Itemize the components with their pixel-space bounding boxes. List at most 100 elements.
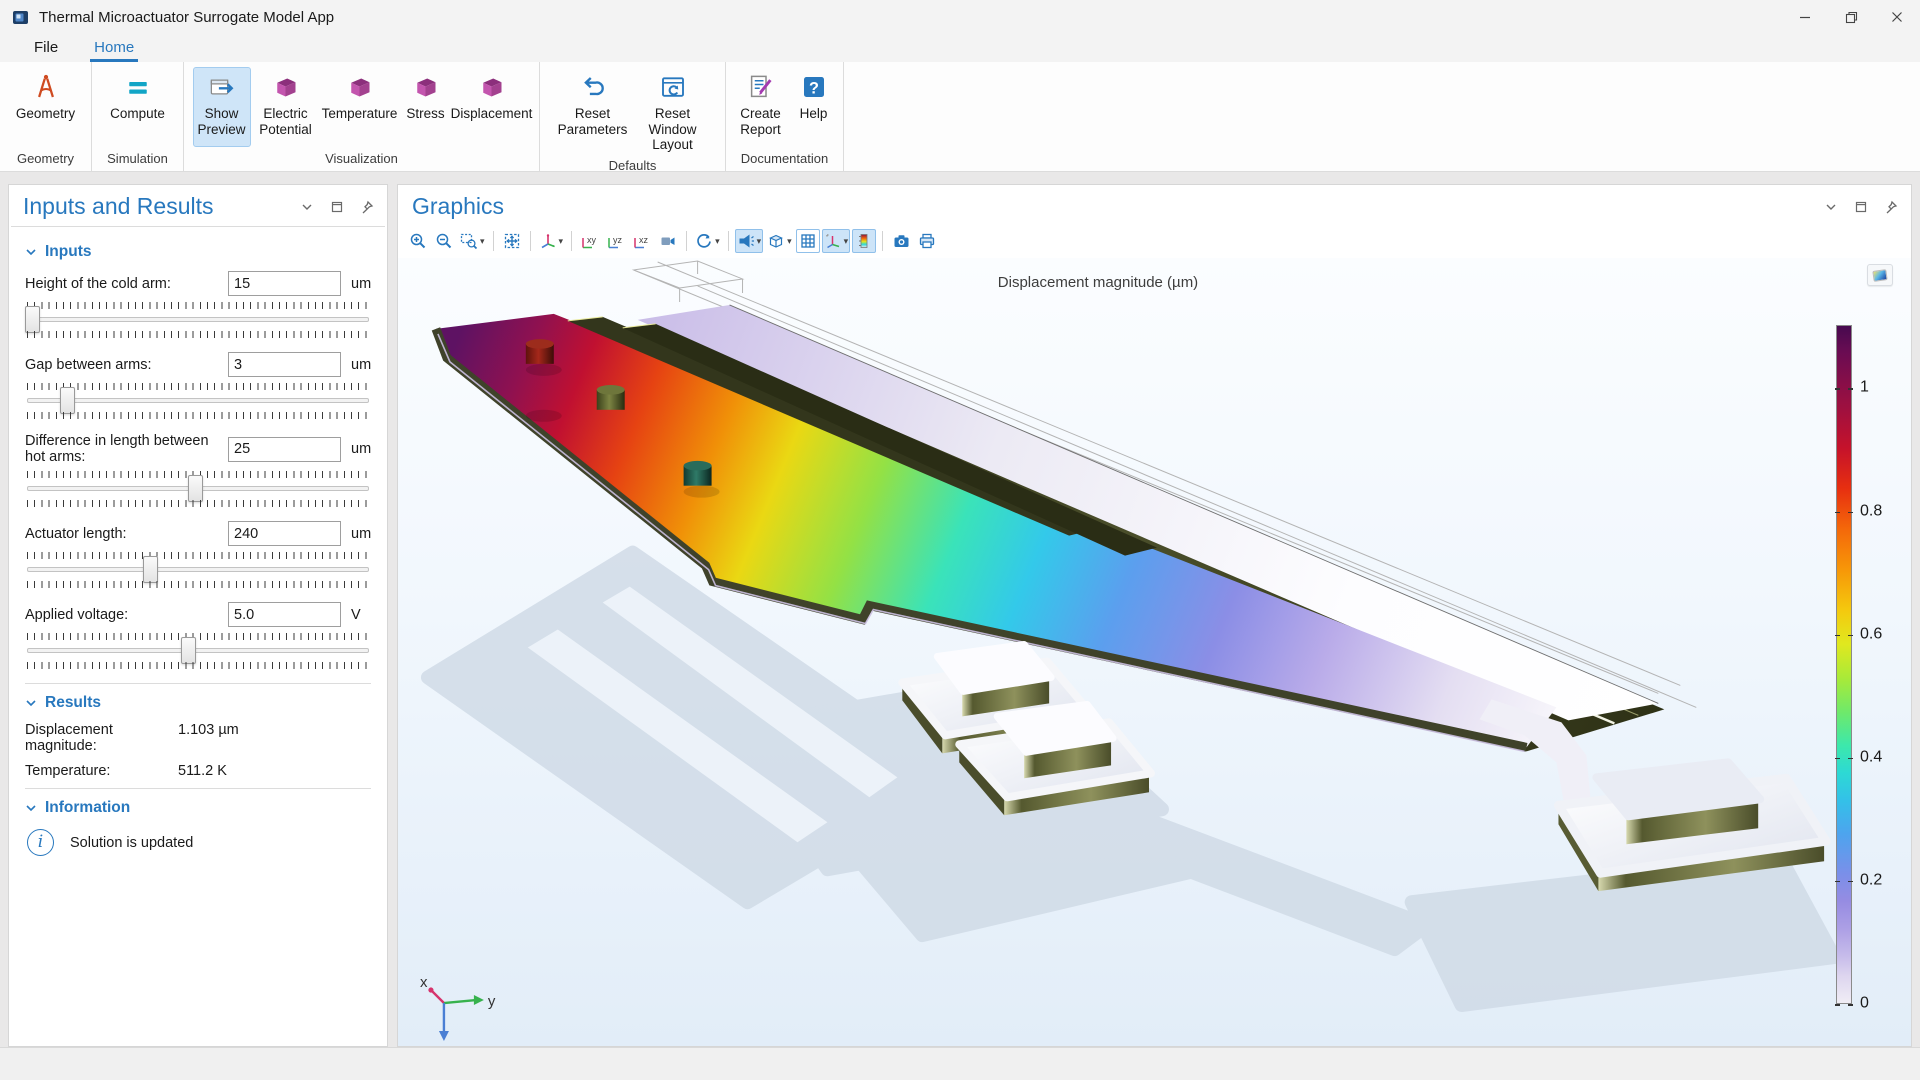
slider-track[interactable] xyxy=(27,567,369,572)
graphics-toolbar: ▾ ▾ xyxy=(398,226,1911,258)
show-grid-button[interactable] xyxy=(796,229,820,253)
transparency-button[interactable]: ▾ xyxy=(765,229,794,253)
stress-button[interactable]: Stress xyxy=(401,67,451,147)
undo-icon xyxy=(578,72,608,102)
button-label: Stress xyxy=(406,106,444,122)
result-label: Temperature: xyxy=(25,763,178,779)
diff-hot-arms-input[interactable] xyxy=(228,437,341,462)
plot-area[interactable]: x y z Displacement magnitude (µm) 1 0.8 … xyxy=(398,258,1911,1046)
slider-ruler xyxy=(27,581,369,588)
slider-track[interactable] xyxy=(27,398,369,403)
actuator-length-input[interactable] xyxy=(228,521,341,546)
colormap-swatch-icon xyxy=(1872,269,1887,282)
zoom-extents-icon xyxy=(503,232,521,250)
dropdown-caret-icon[interactable]: ▾ xyxy=(757,236,762,247)
xy-view-icon: xy xyxy=(580,232,600,250)
gap-between-arms-input[interactable] xyxy=(228,352,341,377)
ribbon-group-label: Documentation xyxy=(730,149,839,171)
slider-thumb[interactable] xyxy=(25,306,40,333)
slider-track[interactable] xyxy=(27,648,369,653)
workspace: Inputs and Results Inputs xyxy=(0,172,1920,1047)
dropdown-caret-icon[interactable]: ▾ xyxy=(559,236,564,247)
dropdown-caret-icon[interactable]: ▾ xyxy=(715,236,720,247)
button-label: Temperature xyxy=(322,106,398,122)
colorbar-gradient xyxy=(1836,325,1852,1004)
slider-thumb[interactable] xyxy=(60,387,75,414)
chevron-down-icon xyxy=(25,246,37,258)
slider-thumb[interactable] xyxy=(143,556,158,583)
displacement-button[interactable]: Displacement xyxy=(453,67,531,147)
slider-ruler xyxy=(27,331,369,338)
actuator-length-slider[interactable] xyxy=(25,548,371,592)
height-cold-arm-input[interactable] xyxy=(228,271,341,296)
inputs-results-panel: Inputs and Results Inputs xyxy=(8,184,388,1047)
close-button[interactable] xyxy=(1874,0,1920,34)
results-section-header[interactable]: Results xyxy=(25,694,371,712)
xz-view-button[interactable]: xz xyxy=(630,229,654,253)
zoom-in-button[interactable] xyxy=(406,229,430,253)
scene-camera-button[interactable] xyxy=(656,229,680,253)
color-legend-button[interactable] xyxy=(852,229,876,253)
slider-ruler xyxy=(27,633,369,640)
dropdown-caret-icon[interactable]: ▾ xyxy=(787,236,792,247)
gap-between-arms-slider[interactable] xyxy=(25,379,371,423)
scene-light-button[interactable]: ▾ xyxy=(735,229,764,253)
xy-view-button[interactable]: xy xyxy=(578,229,602,253)
electric-potential-button[interactable]: Electric Potential xyxy=(253,67,319,147)
applied-voltage-input[interactable] xyxy=(228,602,341,627)
section-label: Results xyxy=(45,694,101,712)
geometry-button[interactable]: Geometry xyxy=(13,67,79,147)
information-section-header[interactable]: Information xyxy=(25,799,371,817)
axis-orientation-button[interactable]: ▾ xyxy=(822,229,851,253)
button-label: Reset Window Layout xyxy=(637,106,709,153)
right-anchor-pad xyxy=(1480,699,1827,891)
field-actuator-length: Actuator length: um xyxy=(25,521,371,592)
create-report-button[interactable]: Create Report xyxy=(733,67,789,147)
zoom-box-button[interactable]: ▾ xyxy=(458,229,487,253)
model-3d-scene[interactable]: x y z xyxy=(398,258,1911,1046)
temperature-button[interactable]: Temperature xyxy=(321,67,399,147)
axis-z-label: z xyxy=(440,1044,447,1046)
dropdown-caret-icon[interactable]: ▾ xyxy=(844,236,849,247)
rotate-view-button[interactable]: ▾ xyxy=(693,229,722,253)
help-button[interactable]: ? Help xyxy=(791,67,837,147)
inputs-section-header[interactable]: Inputs xyxy=(25,243,371,261)
panel-pin-button[interactable] xyxy=(1881,197,1901,217)
diff-hot-arms-slider[interactable] xyxy=(25,467,371,511)
field-label: Gap between arms: xyxy=(25,357,228,373)
slider-thumb[interactable] xyxy=(181,637,196,664)
height-cold-arm-slider[interactable] xyxy=(25,298,371,342)
window-title: Thermal Microactuator Surrogate Model Ap… xyxy=(39,9,334,26)
panel-float-button[interactable] xyxy=(327,197,347,217)
zoom-extents-button[interactable] xyxy=(500,229,524,253)
print-button[interactable] xyxy=(915,229,939,253)
image-snapshot-button[interactable] xyxy=(889,229,913,253)
section-label: Inputs xyxy=(45,243,92,261)
ribbon: Geometry Geometry Compute Simulation xyxy=(0,62,1920,172)
field-label: Applied voltage: xyxy=(25,607,228,623)
yz-view-button[interactable]: yz xyxy=(604,229,628,253)
panel-pin-button[interactable] xyxy=(357,197,377,217)
panel-collapse-button[interactable] xyxy=(1821,197,1841,217)
rotate-icon xyxy=(695,232,713,250)
compute-button[interactable]: Compute xyxy=(105,67,171,147)
reset-window-layout-button[interactable]: Reset Window Layout xyxy=(634,67,712,156)
button-label: Compute xyxy=(110,106,165,122)
default-3d-view-button[interactable]: ▾ xyxy=(537,229,566,253)
panel-float-button[interactable] xyxy=(1851,197,1871,217)
show-preview-button[interactable]: Show Preview xyxy=(193,67,251,147)
zoom-out-button[interactable] xyxy=(432,229,456,253)
float-panel-icon xyxy=(330,200,344,214)
tab-home[interactable]: Home xyxy=(90,36,138,62)
applied-voltage-slider[interactable] xyxy=(25,629,371,673)
minimize-button[interactable] xyxy=(1782,0,1828,34)
restore-button[interactable] xyxy=(1828,0,1874,34)
panel-collapse-button[interactable] xyxy=(297,197,317,217)
reset-parameters-button[interactable]: Reset Parameters xyxy=(554,67,632,147)
field-unit: um xyxy=(341,276,371,292)
slider-track[interactable] xyxy=(27,317,369,322)
color-legend-toggle-button[interactable] xyxy=(1867,264,1893,286)
dropdown-caret-icon[interactable]: ▾ xyxy=(480,236,485,247)
tab-file[interactable]: File xyxy=(30,36,62,62)
slider-thumb[interactable] xyxy=(188,475,203,502)
